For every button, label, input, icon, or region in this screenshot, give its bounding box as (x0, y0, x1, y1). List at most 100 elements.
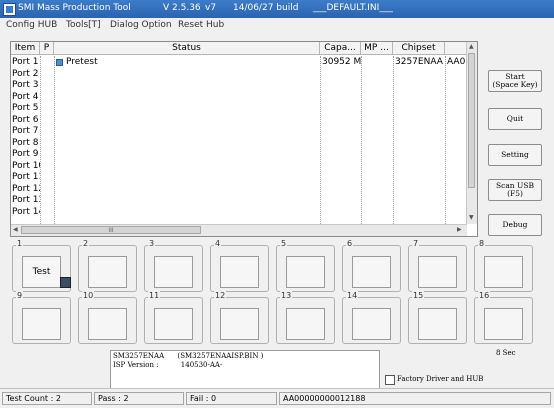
slot-number: 7 (412, 239, 420, 248)
cell-mp (363, 57, 393, 69)
cell-extra: AA0 (447, 57, 466, 67)
debug-button[interactable]: Debug (488, 214, 542, 236)
vertical-scroll-thumb[interactable] (468, 53, 475, 188)
table-row[interactable]: Port 6 (11, 115, 471, 127)
column-header-extra[interactable] (445, 42, 467, 55)
column-header-item[interactable]: Item (11, 42, 40, 55)
slot-panel-3: 3 (144, 239, 203, 292)
slot-panel-13: 13 (276, 291, 335, 344)
menu-tools[interactable]: Tools[T] (66, 20, 101, 30)
slot-button-6[interactable] (352, 256, 391, 288)
table-row[interactable]: Port 2 (11, 69, 471, 81)
setting-button[interactable]: Setting (488, 144, 542, 166)
table-row[interactable]: Port 12 (11, 184, 471, 196)
cell-capacity (322, 172, 361, 184)
cell-extra (447, 149, 467, 161)
cell-extra (447, 92, 467, 104)
table-row[interactable]: Port 11 (11, 172, 471, 184)
slot-button-16[interactable] (484, 308, 523, 340)
cell-extra (447, 80, 467, 92)
slot-number: 15 (412, 291, 425, 300)
menu-dialog-option[interactable]: Dialog Option (110, 20, 172, 30)
scroll-right-arrow-icon[interactable]: ▶ (457, 226, 462, 233)
cell-chipset (395, 161, 445, 173)
cell-chipset (395, 149, 445, 161)
cell-item: Port 14 (12, 206, 40, 217)
fail-count-status: Fail : 0 (186, 392, 277, 405)
slot-number: 9 (16, 291, 24, 300)
cell-item: Port 5 (12, 103, 39, 113)
column-header-capacity[interactable]: Capa... (320, 42, 361, 55)
cell-item: Port 13 (12, 195, 40, 205)
slot-number: 3 (148, 239, 156, 248)
horizontal-scrollbar[interactable]: ◀ III ▶ (11, 224, 467, 236)
slot-button-8[interactable] (484, 256, 523, 288)
slot-button-12[interactable] (220, 308, 259, 340)
slot-button-5[interactable] (286, 256, 325, 288)
quit-button[interactable]: Quit (488, 108, 542, 130)
cell-status: Pretest (66, 57, 98, 67)
horizontal-scroll-thumb[interactable]: III (21, 226, 201, 234)
build-label: 14/06/27 build (233, 3, 299, 13)
cell-item: Port 11 (12, 172, 40, 182)
slot-button-7[interactable] (418, 256, 457, 288)
cell-mp (363, 195, 393, 207)
column-header-chipset[interactable]: Chipset (393, 42, 445, 55)
menu-config-hub[interactable]: Config HUB (6, 20, 57, 30)
column-header-mp[interactable]: MP ... (361, 42, 393, 55)
window-title: SMI Mass Production Tool (18, 3, 131, 13)
column-header-status[interactable]: Status (54, 42, 320, 55)
cell-chipset (395, 80, 445, 92)
slot-panel-4: 4 (210, 239, 269, 292)
slot-button-3[interactable] (154, 256, 193, 288)
cell-mp (363, 103, 393, 115)
slot-button-2[interactable] (88, 256, 127, 288)
vertical-scrollbar[interactable]: ▲ ▼ (466, 42, 477, 224)
slot-number: 8 (478, 239, 486, 248)
cell-status (66, 172, 320, 184)
scroll-down-arrow-icon[interactable]: ▼ (469, 214, 474, 221)
table-row[interactable]: Port 1 Pretest 30952 MB 3257ENAA AA0 (11, 57, 471, 69)
scroll-left-arrow-icon[interactable]: ◀ (13, 226, 18, 233)
slot-button-1[interactable]: Test (22, 256, 61, 288)
table-row[interactable]: Port 8 (11, 138, 471, 150)
cell-chipset: 3257ENAA (395, 57, 443, 67)
table-row[interactable]: Port 14 (11, 207, 471, 219)
cell-item: Port 1 (12, 57, 39, 67)
table-row[interactable]: Port 3 (11, 80, 471, 92)
table-row[interactable]: Port 4 (11, 92, 471, 104)
table-row[interactable]: Port 5 (11, 103, 471, 115)
slot-button-4[interactable] (220, 256, 259, 288)
scan-usb-button[interactable]: Scan USB (F5) (488, 179, 542, 201)
cell-mp (363, 80, 393, 92)
menu-reset-hub[interactable]: Reset Hub (178, 20, 224, 30)
slot-panel-14: 14 (342, 291, 401, 344)
slot-panel-5: 5 (276, 239, 335, 292)
table-row[interactable]: Port 10 (11, 161, 471, 173)
status-indicator-icon (56, 59, 63, 66)
slot-button-13[interactable] (286, 308, 325, 340)
slot-button-10[interactable] (88, 308, 127, 340)
cell-extra (447, 126, 467, 138)
slot-button-11[interactable] (154, 308, 193, 340)
table-row[interactable]: Port 7 (11, 126, 471, 138)
factory-driver-checkbox[interactable] (385, 375, 395, 385)
cell-status (66, 80, 320, 92)
start-button[interactable]: Start (Space Key) (488, 70, 542, 92)
slot-button-14[interactable] (352, 308, 391, 340)
table-row[interactable]: Port 9 (11, 149, 471, 161)
slot-button-9[interactable] (22, 308, 61, 340)
slot-number: 5 (280, 239, 288, 248)
version-label: V 2.5.36 (163, 3, 201, 13)
scroll-up-arrow-icon[interactable]: ▲ (469, 43, 474, 50)
cell-capacity (322, 103, 361, 115)
slot-panel-15: 15 (408, 291, 467, 344)
slot-button-15[interactable] (418, 308, 457, 340)
table-row[interactable]: Port 13 (11, 195, 471, 207)
slot-panel-2: 2 (78, 239, 137, 292)
column-header-p[interactable]: P (40, 42, 54, 55)
cell-status (66, 92, 320, 104)
port-status-table[interactable]: Item P Status Capa... MP ... Chipset Por… (10, 41, 478, 237)
slot-number: 10 (82, 291, 95, 300)
slot-number: 14 (346, 291, 359, 300)
